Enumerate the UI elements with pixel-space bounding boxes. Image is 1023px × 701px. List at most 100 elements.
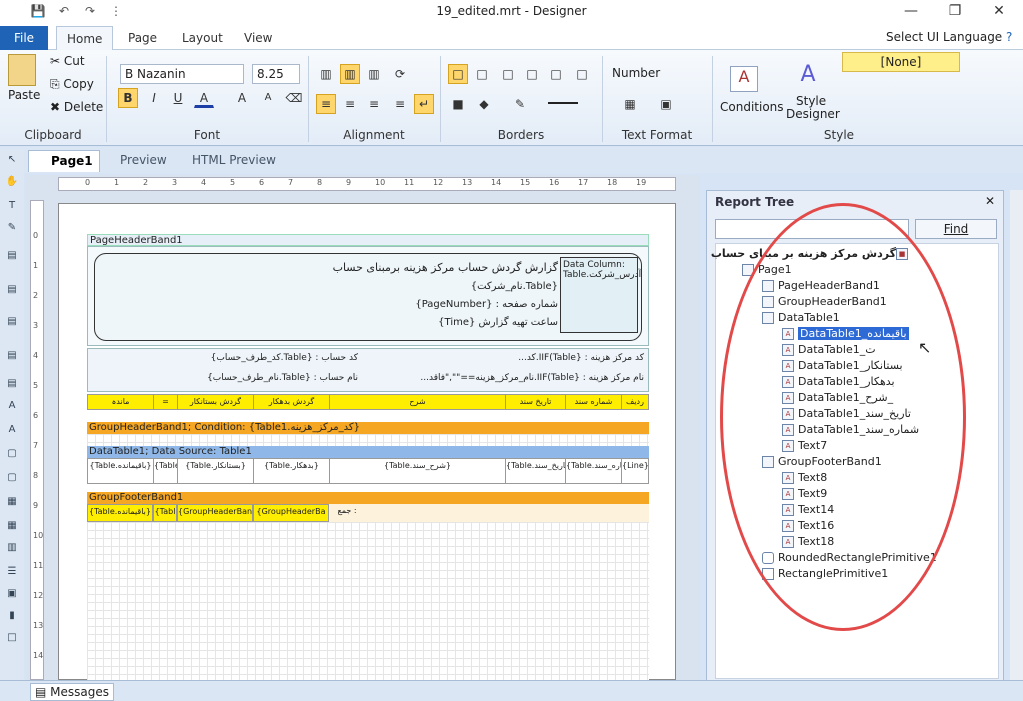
table-tool-icon[interactable]: ▦ — [4, 496, 20, 510]
data-cell-doc-number[interactable]: {Table.شماره_سند} — [566, 459, 622, 483]
conditions-icon[interactable]: A — [730, 66, 758, 92]
header-remaining[interactable]: ماندہ — [88, 395, 154, 409]
band-tool-icon[interactable]: ▤ — [4, 284, 20, 298]
text-component-icon[interactable]: A — [4, 400, 20, 414]
text-format-select[interactable]: Number — [612, 66, 660, 80]
column-header-row[interactable]: ماندہ = گردش بستانکار گردش بدهکار شرح تا… — [87, 394, 649, 410]
barcode-tool-icon[interactable]: ▮ — [4, 610, 20, 624]
align-right-icon[interactable]: ≡ — [364, 94, 384, 114]
border-right-icon[interactable]: □ — [572, 64, 592, 84]
data-column-box[interactable]: Data Column: Table.آدرس_شرکت — [560, 257, 641, 333]
align-vcenter-icon[interactable]: ▥ — [340, 64, 360, 84]
format-icon[interactable]: ▦ — [620, 94, 640, 114]
data-cell-credit[interactable]: {Table.بستانکار} — [178, 459, 254, 483]
band-tool-icon[interactable]: ▤ — [4, 378, 20, 392]
border-left-icon[interactable]: □ — [522, 64, 542, 84]
tab-view[interactable]: View — [234, 26, 282, 50]
paste-button[interactable]: Paste — [8, 88, 40, 102]
header-debit[interactable]: گردش بدهکار — [254, 395, 330, 409]
header-sign[interactable]: = — [154, 395, 178, 409]
list-tool-icon[interactable]: ☰ — [4, 566, 20, 580]
underline-button[interactable]: U — [168, 88, 188, 108]
page-header-band[interactable]: Data Column: Table.آدرس_شرکت گزارش گردش … — [87, 246, 649, 346]
find-button[interactable]: Find — [915, 219, 997, 239]
minimize-button[interactable]: — — [896, 3, 926, 19]
justify-vertical-icon[interactable]: ▥ — [316, 64, 336, 84]
tab-file[interactable]: File — [0, 26, 48, 50]
panel-tool-icon[interactable]: ▢ — [4, 448, 20, 462]
data-cell-description[interactable]: {Table.شرح_سند} — [330, 459, 506, 483]
cost-center-code-field[interactable]: کد مرکز هزینه : {IIF(Table.کد... — [388, 353, 644, 363]
group-footer-band-label[interactable]: GroupFooterBand1 — [87, 492, 649, 504]
italic-button[interactable]: I — [144, 88, 164, 108]
fill-color-icon[interactable]: ◆ — [474, 94, 494, 114]
border-bottom-icon[interactable]: □ — [546, 64, 566, 84]
delete-button[interactable]: ✖ Delete — [50, 100, 103, 114]
panel-close-icon[interactable]: ✕ — [985, 194, 995, 208]
report-title[interactable]: گزارش گردش حساب مرکز هزینه برمبنای حساب — [208, 261, 558, 274]
word-wrap-icon[interactable]: ↵ — [414, 94, 434, 114]
footer-cell-credit[interactable]: {GroupHeaderBand.Table — [177, 504, 253, 522]
border-top-icon[interactable]: □ — [498, 64, 518, 84]
header-doc-date[interactable]: تاریخ سند — [506, 395, 566, 409]
band-tool-icon[interactable]: ▤ — [4, 250, 20, 264]
rotate-icon[interactable]: ⟳ — [390, 64, 410, 84]
align-bottom-icon[interactable]: ▥ — [364, 64, 384, 84]
style-designer-line2[interactable]: Designer — [786, 107, 840, 121]
header-row-number[interactable]: ردیف — [622, 395, 648, 409]
page-number-field[interactable]: شماره صفحه : {PageNumber} — [208, 299, 558, 310]
header-info-band[interactable]: کد مرکز هزینه : {IIF(Table.کد... نام مرک… — [87, 348, 649, 392]
format-settings-icon[interactable]: ▣ — [656, 94, 676, 114]
help-icon[interactable]: ? — [1006, 30, 1012, 44]
header-credit[interactable]: گردش بستانکار — [178, 395, 254, 409]
data-band-label[interactable]: DataTable1; Data Source: Table1 — [87, 446, 649, 458]
font-name-select[interactable]: B Nazanin — [120, 64, 244, 84]
close-button[interactable]: ✕ — [984, 3, 1014, 19]
band-tool-icon[interactable]: ▤ — [4, 350, 20, 364]
border-none-icon[interactable]: □ — [472, 64, 492, 84]
cut-button[interactable]: ✂ Cut — [50, 54, 85, 68]
header-doc-number[interactable]: شماره سند — [566, 395, 622, 409]
footer-cell-remaining[interactable]: {Table.باقیمانده} — [87, 504, 153, 522]
header-description[interactable]: شرح — [330, 395, 506, 409]
tab-layout[interactable]: Layout — [172, 26, 233, 50]
text-tool-icon[interactable]: T — [4, 200, 20, 214]
account-name-field[interactable]: نام حساب : {Table.نام_طرف_حساب} — [148, 373, 358, 383]
text-component-icon[interactable]: A — [4, 424, 20, 438]
clear-format-icon[interactable]: ⌫ — [284, 88, 304, 108]
format-painter-icon[interactable]: ✎ — [4, 222, 20, 236]
cost-center-name-field[interactable]: نام مرکز هزینه : {IIF(Table.نام_مرکز_هزی… — [388, 373, 644, 383]
messages-tab[interactable]: ▤ Messages — [30, 683, 115, 701]
report-page[interactable]: PageHeaderBand1 Data Column: Table.آدرس_… — [58, 203, 676, 680]
pan-tool-icon[interactable]: ✋ — [4, 176, 20, 190]
tab-preview[interactable]: Preview — [98, 150, 173, 172]
grow-font-button[interactable]: A — [232, 88, 252, 108]
select-tool-icon[interactable]: ↖ — [4, 154, 20, 168]
group-footer-row[interactable]: {Table.باقیمانده} {Tabl {GroupHeaderBand… — [87, 504, 649, 522]
account-code-field[interactable]: کد حساب : {Table.کد_طرف_حساب} — [148, 353, 358, 363]
vertical-scrollbar[interactable] — [1010, 190, 1023, 680]
justify-icon[interactable]: ≡ — [390, 94, 410, 114]
shadow-icon[interactable]: ■ — [448, 94, 468, 114]
tab-html-preview[interactable]: HTML Preview — [170, 150, 282, 172]
data-band-row[interactable]: {Table.باقیمانده} {Table {Table.بستانکار… — [87, 458, 649, 484]
shape-tool-icon[interactable]: □ — [4, 632, 20, 646]
data-cell-remaining[interactable]: {Table.باقیمانده} — [88, 459, 154, 483]
align-center-icon[interactable]: ≡ — [340, 94, 360, 114]
time-field[interactable]: ساعت تهیه گزارش {Time} — [208, 317, 558, 328]
empty-page-area[interactable] — [87, 522, 649, 680]
ui-language-select[interactable]: Select UI Language — [886, 30, 1002, 44]
data-cell-sign[interactable]: {Table — [154, 459, 178, 483]
maximize-button[interactable]: ❐ — [940, 3, 970, 19]
tab-page[interactable]: Page — [118, 26, 167, 50]
panel-tool-icon[interactable]: ▢ — [4, 472, 20, 486]
band-tool-icon[interactable]: ▤ — [4, 316, 20, 330]
bold-button[interactable]: B — [118, 88, 138, 108]
image-tool-icon[interactable]: ▣ — [4, 588, 20, 602]
border-color-icon[interactable]: ✎ — [510, 94, 530, 114]
data-cell-debit[interactable]: {Table.بدهکار} — [254, 459, 330, 483]
chart-tool-icon[interactable]: ▥ — [4, 542, 20, 556]
company-name-field[interactable]: {Table.نام_شرکت} — [208, 281, 558, 292]
tab-home[interactable]: Home — [56, 26, 114, 50]
footer-cell-debit[interactable]: {GroupHeaderBa — [253, 504, 329, 522]
